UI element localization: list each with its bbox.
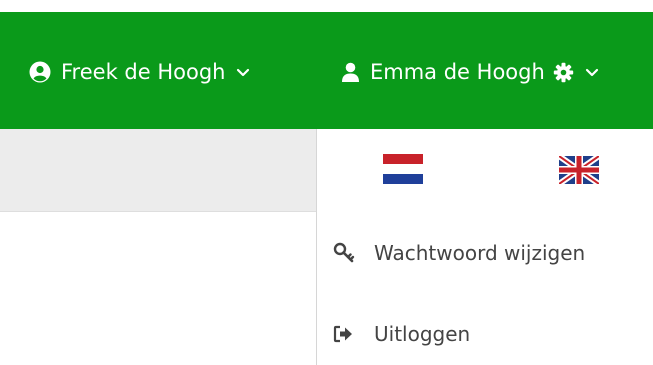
gear-icon[interactable] — [553, 62, 574, 83]
content-area — [0, 129, 316, 365]
menu-item-label: Uitloggen — [374, 322, 471, 346]
menu-item-label: Wachtwoord wijzigen — [374, 241, 586, 265]
chevron-down-icon — [236, 68, 250, 77]
user-circle-icon — [29, 61, 51, 83]
change-password-link[interactable]: Wachtwoord wijzigen — [333, 237, 585, 269]
content-header-band — [0, 129, 316, 211]
user-menu-emma[interactable]: Emma de Hoogh — [341, 55, 599, 89]
user-menu-freek[interactable]: Freek de Hoogh — [29, 55, 250, 89]
logout-link[interactable]: Uitloggen — [333, 318, 470, 350]
key-icon — [333, 242, 357, 264]
chevron-down-icon — [585, 68, 599, 77]
user-icon — [341, 62, 360, 83]
flag-nl-icon[interactable] — [383, 154, 423, 184]
flag-gb-icon[interactable] — [557, 153, 601, 187]
sign-out-icon — [333, 325, 357, 343]
divider — [0, 211, 316, 212]
user-name: Freek de Hoogh — [61, 60, 226, 84]
user-name: Emma de Hoogh — [370, 60, 545, 84]
page: Freek de Hoogh Emma de Hoogh Wachtwoord … — [0, 0, 653, 365]
